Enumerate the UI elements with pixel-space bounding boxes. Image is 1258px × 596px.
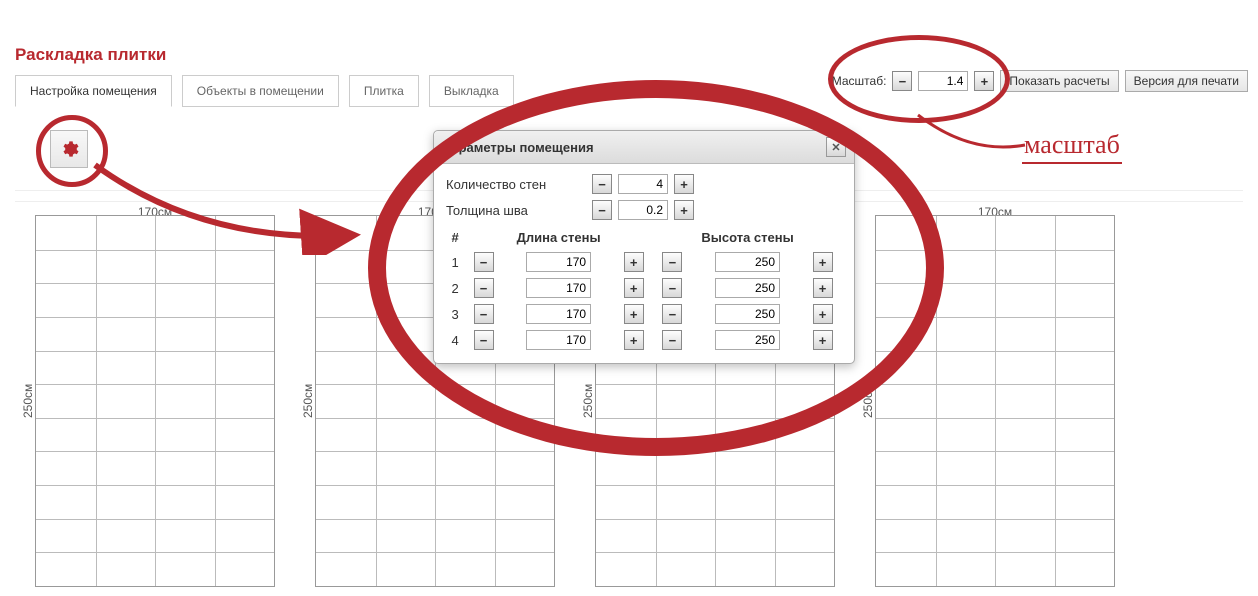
annotation-text: масштаб [1022, 130, 1122, 164]
col-length: Длина стены [464, 226, 653, 249]
annotation-arrow [910, 110, 1040, 160]
seam-width-increase[interactable]: + [674, 200, 694, 220]
tabs: Настройка помещения Объекты в помещении … [15, 75, 514, 107]
room-params-dialog: Параметры помещения ✕ Количество стен − … [433, 130, 855, 364]
h-increase[interactable]: + [813, 330, 833, 350]
scale-input[interactable] [918, 71, 968, 91]
tab-layout[interactable]: Выкладка [429, 75, 514, 107]
len-decrease[interactable]: − [474, 330, 494, 350]
h-input[interactable] [715, 252, 780, 272]
scale-decrease[interactable]: − [892, 71, 912, 91]
h-increase[interactable]: + [813, 278, 833, 298]
scale-label: Масштаб: [832, 74, 887, 88]
walls-table: # Длина стены Высота стены 1−+−+2−+−+3−+… [446, 226, 842, 353]
top-toolbar: Масштаб: − + Показать расчеты Версия для… [832, 70, 1248, 92]
seam-width-input[interactable] [618, 200, 668, 220]
len-input[interactable] [526, 278, 591, 298]
dialog-close-button[interactable]: ✕ [826, 137, 846, 157]
row-num: 4 [446, 327, 464, 353]
walls-count-decrease[interactable]: − [592, 174, 612, 194]
dialog-title: Параметры помещения [442, 140, 594, 155]
dialog-header[interactable]: Параметры помещения ✕ [434, 131, 854, 164]
h-decrease[interactable]: − [662, 304, 682, 324]
col-height: Высота стены [653, 226, 842, 249]
len-increase[interactable]: + [624, 330, 644, 350]
h-increase[interactable]: + [813, 304, 833, 324]
h-increase[interactable]: + [813, 252, 833, 272]
wall-height-label: 250см [295, 215, 315, 587]
len-input[interactable] [526, 330, 591, 350]
seam-width-label: Толщина шва [446, 203, 586, 218]
gear-icon [59, 139, 79, 159]
scale-increase[interactable]: + [974, 71, 994, 91]
table-row: 1−+−+ [446, 249, 842, 275]
table-row: 3−+−+ [446, 301, 842, 327]
len-input[interactable] [526, 252, 591, 272]
len-decrease[interactable]: − [474, 252, 494, 272]
col-num: # [446, 226, 464, 249]
len-input[interactable] [526, 304, 591, 324]
wall-height-label: 250см [15, 215, 35, 587]
h-input[interactable] [715, 330, 780, 350]
table-row: 4−+−+ [446, 327, 842, 353]
show-calculations-button[interactable]: Показать расчеты [1000, 70, 1118, 92]
row-num: 3 [446, 301, 464, 327]
table-row: 2−+−+ [446, 275, 842, 301]
h-input[interactable] [715, 278, 780, 298]
tab-room-setup[interactable]: Настройка помещения [15, 75, 172, 107]
len-decrease[interactable]: − [474, 278, 494, 298]
h-decrease[interactable]: − [662, 252, 682, 272]
tab-objects[interactable]: Объекты в помещении [182, 75, 339, 107]
wall-1: 250см 170см [15, 215, 275, 587]
page-title: Раскладка плитки [15, 45, 166, 65]
h-input[interactable] [715, 304, 780, 324]
row-num: 2 [446, 275, 464, 301]
len-decrease[interactable]: − [474, 304, 494, 324]
room-params-button[interactable] [50, 130, 88, 168]
tab-tile[interactable]: Плитка [349, 75, 419, 107]
walls-count-input[interactable] [618, 174, 668, 194]
row-num: 1 [446, 249, 464, 275]
wall-grid[interactable] [875, 215, 1115, 587]
wall-4: 250см 170см [855, 215, 1115, 587]
walls-count-increase[interactable]: + [674, 174, 694, 194]
len-increase[interactable]: + [624, 304, 644, 324]
print-version-button[interactable]: Версия для печати [1125, 70, 1248, 92]
len-increase[interactable]: + [624, 252, 644, 272]
h-decrease[interactable]: − [662, 330, 682, 350]
walls-count-label: Количество стен [446, 177, 586, 192]
wall-height-label: 250см [855, 215, 875, 587]
len-increase[interactable]: + [624, 278, 644, 298]
seam-width-decrease[interactable]: − [592, 200, 612, 220]
h-decrease[interactable]: − [662, 278, 682, 298]
wall-grid[interactable] [35, 215, 275, 587]
